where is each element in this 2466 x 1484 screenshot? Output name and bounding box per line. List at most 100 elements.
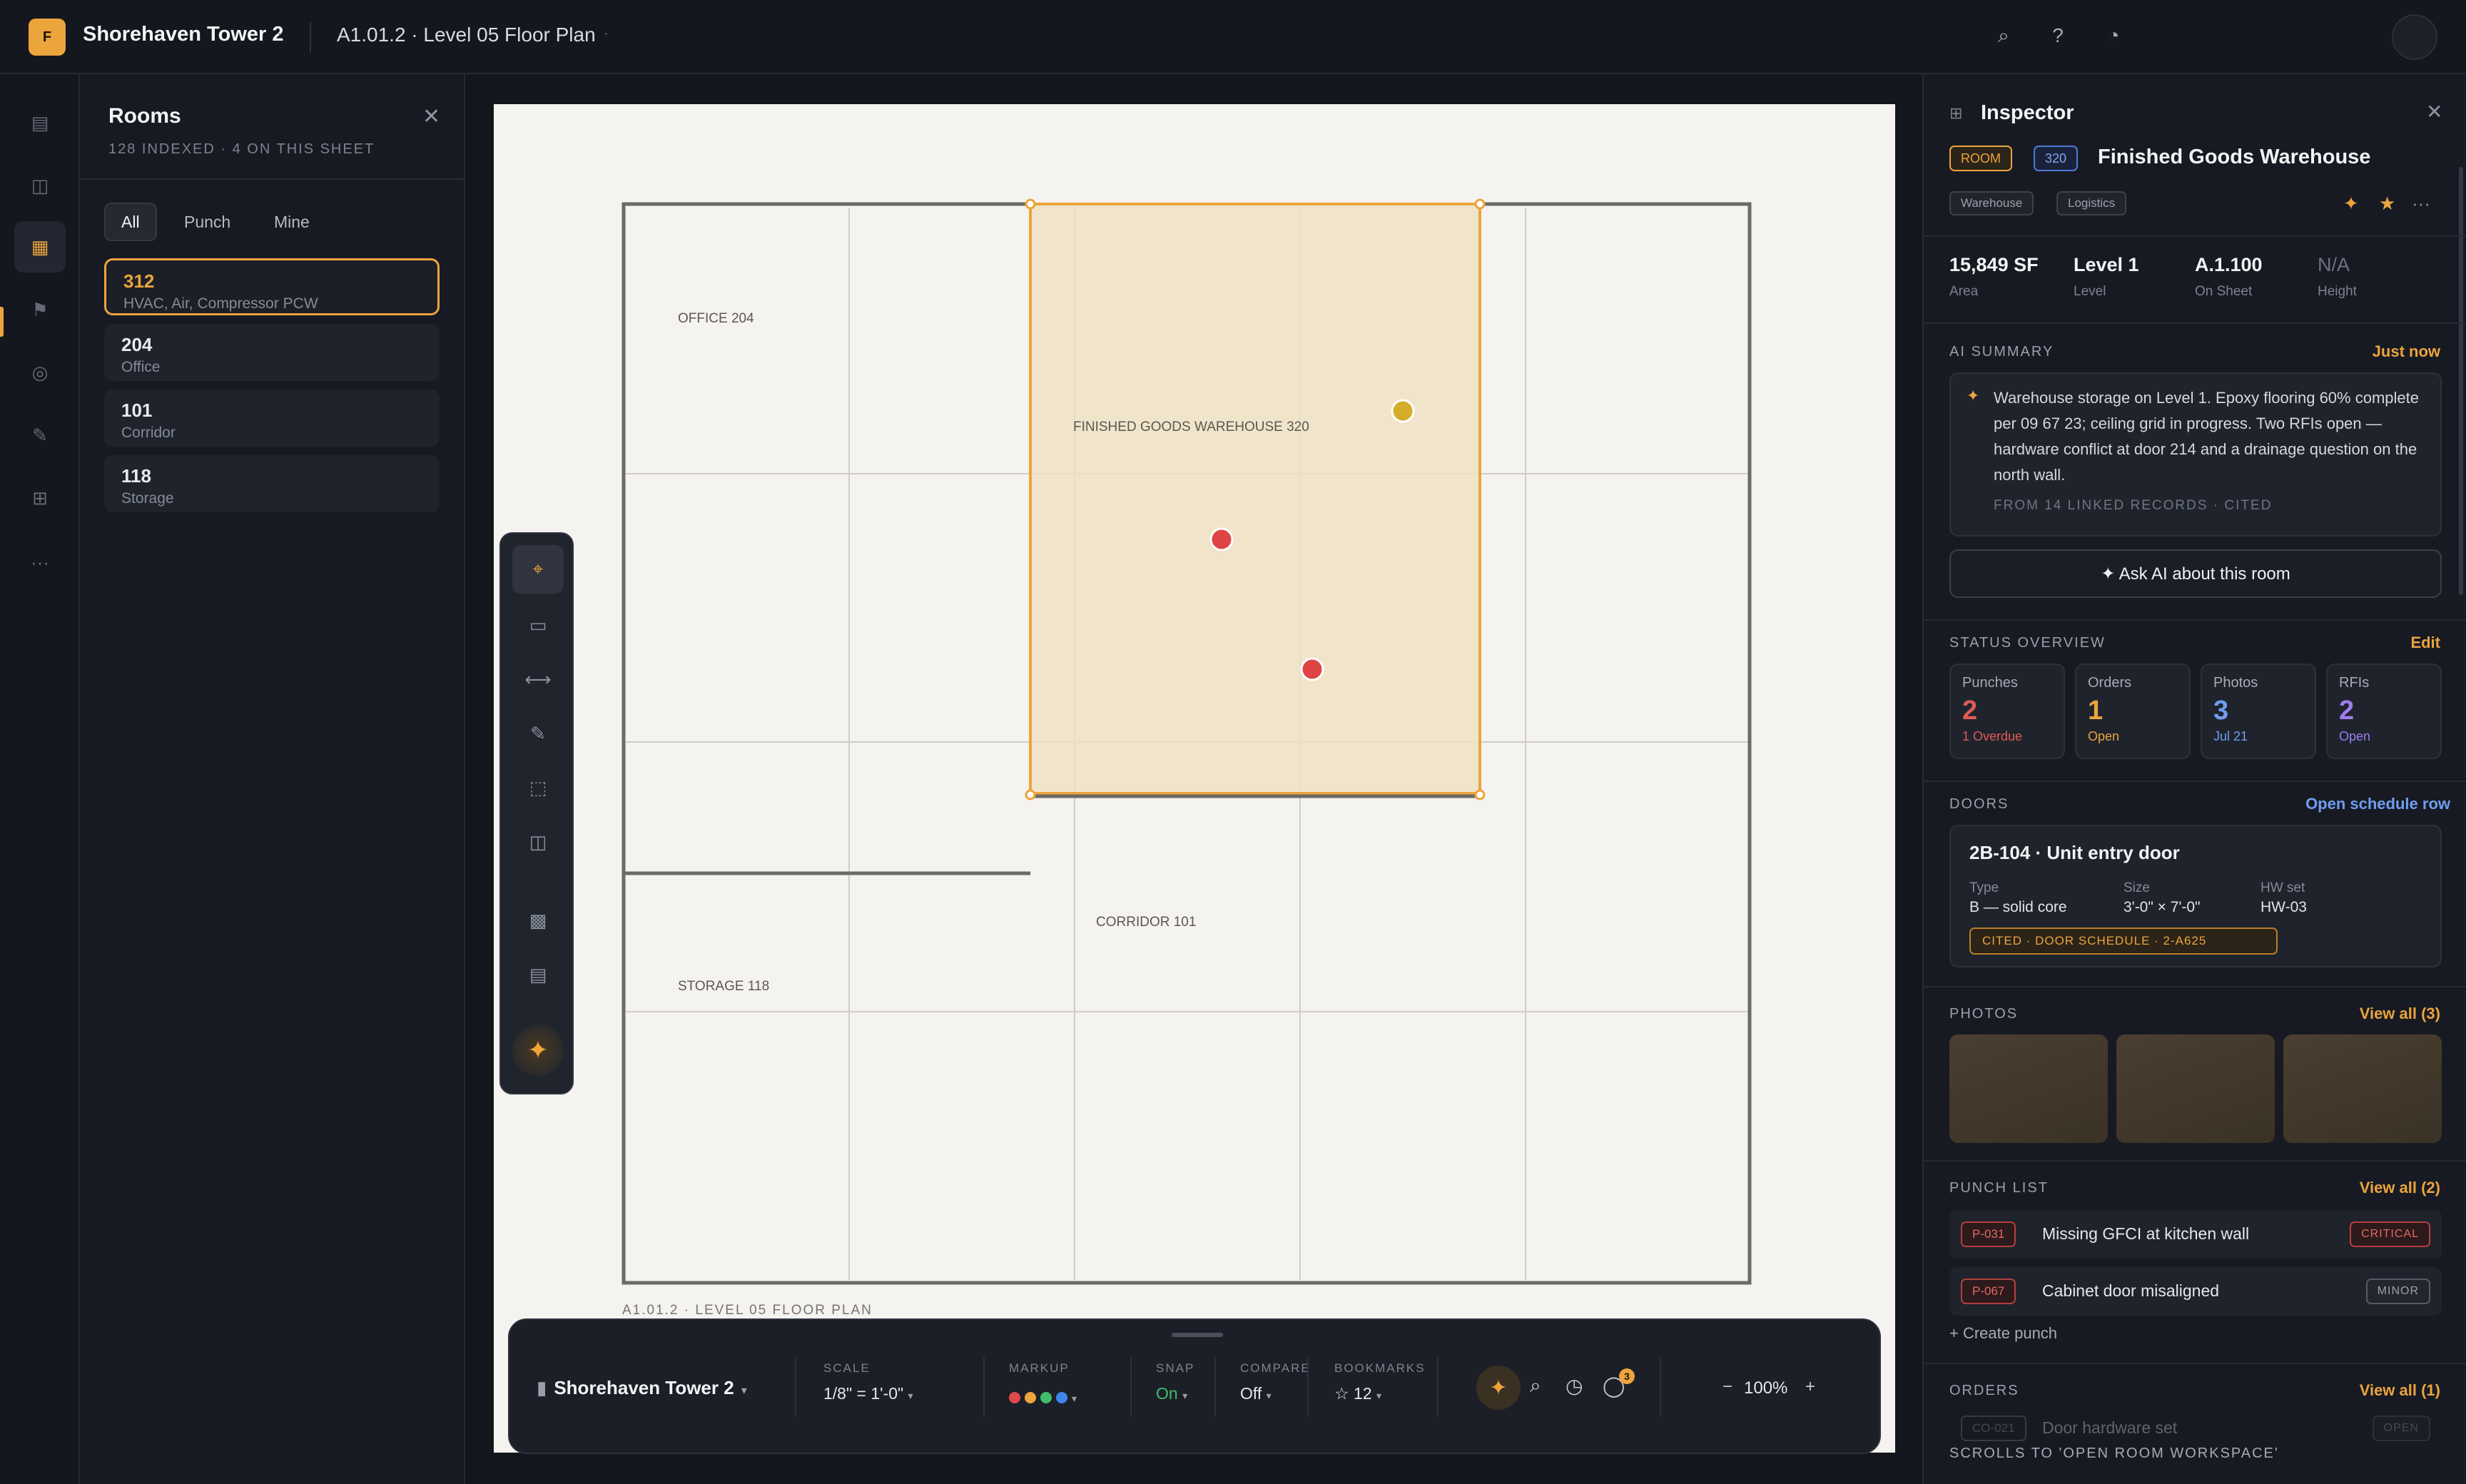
photos-view-all[interactable]: View all (3)	[2360, 1005, 2440, 1023]
pin-marker[interactable]	[1391, 399, 1415, 423]
status-card-rfis[interactable]: RFIs 2 Open	[2326, 664, 2442, 759]
top-bar: F Shorehaven Tower 2 · A1.01.2 · Level 0…	[0, 0, 2466, 74]
tab-all[interactable]: All	[104, 203, 157, 241]
avatar[interactable]	[2392, 14, 2437, 60]
status-label: RFIs	[2339, 675, 2370, 691]
pin-marker[interactable]	[1300, 657, 1324, 681]
list-icon[interactable]: ▤	[14, 97, 66, 148]
resize-handle[interactable]	[1474, 789, 1486, 801]
photo-thumbnail[interactable]	[1949, 1035, 2108, 1143]
history-icon[interactable]: ◷	[1566, 1374, 1583, 1398]
markup-color-blue[interactable]	[1056, 1391, 1067, 1403]
table-icon[interactable]: ⊞	[14, 472, 66, 524]
close-icon[interactable]: ✕	[2426, 100, 2442, 123]
chevron-down-icon: ▾	[1182, 1390, 1188, 1401]
snap-toggle[interactable]: On ▾	[1156, 1384, 1187, 1403]
status-edit-link[interactable]: Edit	[2410, 634, 2440, 652]
open-schedule-link[interactable]: Open schedule row	[2305, 795, 2450, 813]
more-icon[interactable]: ···	[14, 537, 66, 588]
table-row[interactable]: P-067 Cabinet door misaligned MINOR	[1949, 1267, 2442, 1316]
sparkle-icon[interactable]: ✦	[2343, 193, 2359, 215]
orders-view-all[interactable]: View all (1)	[2360, 1381, 2440, 1400]
shape-tool-icon[interactable]: ⬚	[512, 763, 564, 812]
tag-logistics[interactable]: Logistics	[2056, 191, 2127, 215]
door-card[interactable]: 2B-104 · Unit entry door Type B — solid …	[1949, 825, 2442, 967]
scale-value: 1/8" = 1'-0"	[823, 1384, 904, 1403]
resize-handle[interactable]	[1025, 198, 1036, 210]
project-title[interactable]: Shorehaven Tower 2	[83, 23, 284, 46]
severity-badge: CRITICAL	[2350, 1221, 2430, 1247]
bottom-project-select[interactable]: ▮ Shorehaven Tower 2 ▾	[537, 1377, 747, 1399]
photo-thumbnail[interactable]	[2116, 1035, 2275, 1143]
ask-ai-button[interactable]: ✦ Ask AI about this room	[1949, 549, 2442, 598]
markup-color-green[interactable]	[1040, 1391, 1052, 1403]
scrollbar[interactable]	[2459, 167, 2463, 595]
list-item[interactable]: 101 Corridor	[104, 390, 440, 447]
measure-tool-icon[interactable]: ⟷	[512, 655, 564, 703]
room-name: Finished Goods Warehouse	[2098, 146, 2371, 168]
rectangle-tool-icon[interactable]: ▭	[512, 601, 564, 649]
stat-label: On Sheet	[2195, 284, 2253, 299]
search-icon[interactable]: ⌕	[1530, 1374, 1541, 1398]
panel-icon[interactable]: ◫	[14, 160, 66, 211]
tag-warehouse[interactable]: Warehouse	[1949, 191, 2034, 215]
status-card-orders[interactable]: Orders 1 Open	[2075, 664, 2191, 759]
pen-tool-icon[interactable]: ✎	[512, 709, 564, 758]
pen-icon[interactable]: ✎	[14, 410, 66, 461]
pin-marker[interactable]	[1209, 527, 1234, 552]
drag-handle[interactable]	[1172, 1333, 1223, 1337]
topbar-divider	[310, 21, 311, 53]
drawing-sheet[interactable]: OFFICE 204 FINISHED GOODS WAREHOUSE 320 …	[494, 104, 1895, 1453]
table-row[interactable]: P-031 Missing GFCI at kitchen wall CRITI…	[1949, 1210, 2442, 1259]
resize-handle[interactable]	[1025, 789, 1036, 801]
sheet-title[interactable]: A1.01.2 · Level 05 Floor Plan	[337, 24, 596, 46]
floor-plan[interactable]: OFFICE 204 FINISHED GOODS WAREHOUSE 320 …	[494, 104, 1895, 1453]
star-icon[interactable]: ★	[2379, 193, 2395, 215]
ai-sparkle-icon[interactable]: ✦	[1476, 1366, 1521, 1410]
panel-tool-icon[interactable]: ◫	[512, 818, 564, 866]
tab-punch[interactable]: Punch	[168, 203, 246, 241]
list-tool-icon[interactable]: ▤	[512, 950, 564, 999]
zoom-in-button[interactable]: +	[1805, 1377, 1815, 1397]
cited-badge[interactable]: CITED · DOOR SCHEDULE · 2-A625	[1969, 928, 2278, 955]
hatch-tool-icon[interactable]: ▩	[512, 896, 564, 945]
photo-thumbnail[interactable]	[2283, 1035, 2442, 1143]
scale-select[interactable]: 1/8" = 1'-0" ▾	[823, 1384, 913, 1403]
status-card-punches[interactable]: Punches 2 1 Overdue	[1949, 664, 2065, 759]
punch-view-all[interactable]: View all (2)	[2360, 1179, 2440, 1197]
chevron-down-icon: ▾	[1376, 1390, 1382, 1401]
divider	[80, 178, 465, 180]
more-icon[interactable]: ···	[2412, 193, 2430, 215]
zoom-level[interactable]: 100%	[1744, 1378, 1787, 1398]
app-logo[interactable]: F	[29, 19, 66, 56]
grid-icon[interactable]: ▦	[14, 221, 66, 273]
create-punch-button[interactable]: + Create punch	[1949, 1324, 2057, 1343]
list-item[interactable]: 118 Storage	[104, 455, 440, 512]
list-item[interactable]: 204 Office	[104, 324, 440, 381]
project-caret-icon[interactable]: ·	[277, 26, 282, 42]
door-title: 2B-104 · Unit entry door	[1969, 842, 2180, 863]
bookmarks-select[interactable]: ☆ 12 ▾	[1334, 1384, 1381, 1403]
select-tool-icon[interactable]: ⌖	[512, 545, 564, 594]
room-description: Office	[121, 359, 161, 375]
list-item[interactable]: 312 HVAC, Air, Compressor PCW	[104, 258, 440, 315]
flag-icon[interactable]: ⚑	[14, 284, 66, 335]
search-icon[interactable]: ⌕	[1991, 24, 2016, 48]
markup-color-red[interactable]	[1009, 1391, 1020, 1403]
theme-icon[interactable]: ◔	[2101, 24, 2126, 47]
chevron-down-icon: ▾	[1072, 1393, 1077, 1404]
selected-room-area[interactable]	[1029, 203, 1481, 795]
compare-toggle[interactable]: Off ▾	[1240, 1384, 1272, 1403]
markup-colors[interactable]: ▾	[1009, 1387, 1077, 1406]
resize-handle[interactable]	[1474, 198, 1486, 210]
status-card-photos[interactable]: Photos 3 Jul 21	[2201, 664, 2316, 759]
markup-color-orange[interactable]	[1025, 1391, 1036, 1403]
circle-icon[interactable]: ◎	[14, 347, 66, 398]
sheet-caret-icon[interactable]: ·	[604, 26, 609, 42]
ai-summary-source[interactable]: FROM 14 LINKED RECORDS · CITED	[1994, 498, 2272, 514]
zoom-out-button[interactable]: −	[1722, 1377, 1732, 1397]
close-icon[interactable]: ✕	[422, 104, 440, 129]
tab-mine[interactable]: Mine	[258, 203, 325, 241]
ai-sparkle-icon[interactable]: ✦	[512, 1025, 564, 1076]
help-icon[interactable]: ?	[2045, 24, 2071, 47]
